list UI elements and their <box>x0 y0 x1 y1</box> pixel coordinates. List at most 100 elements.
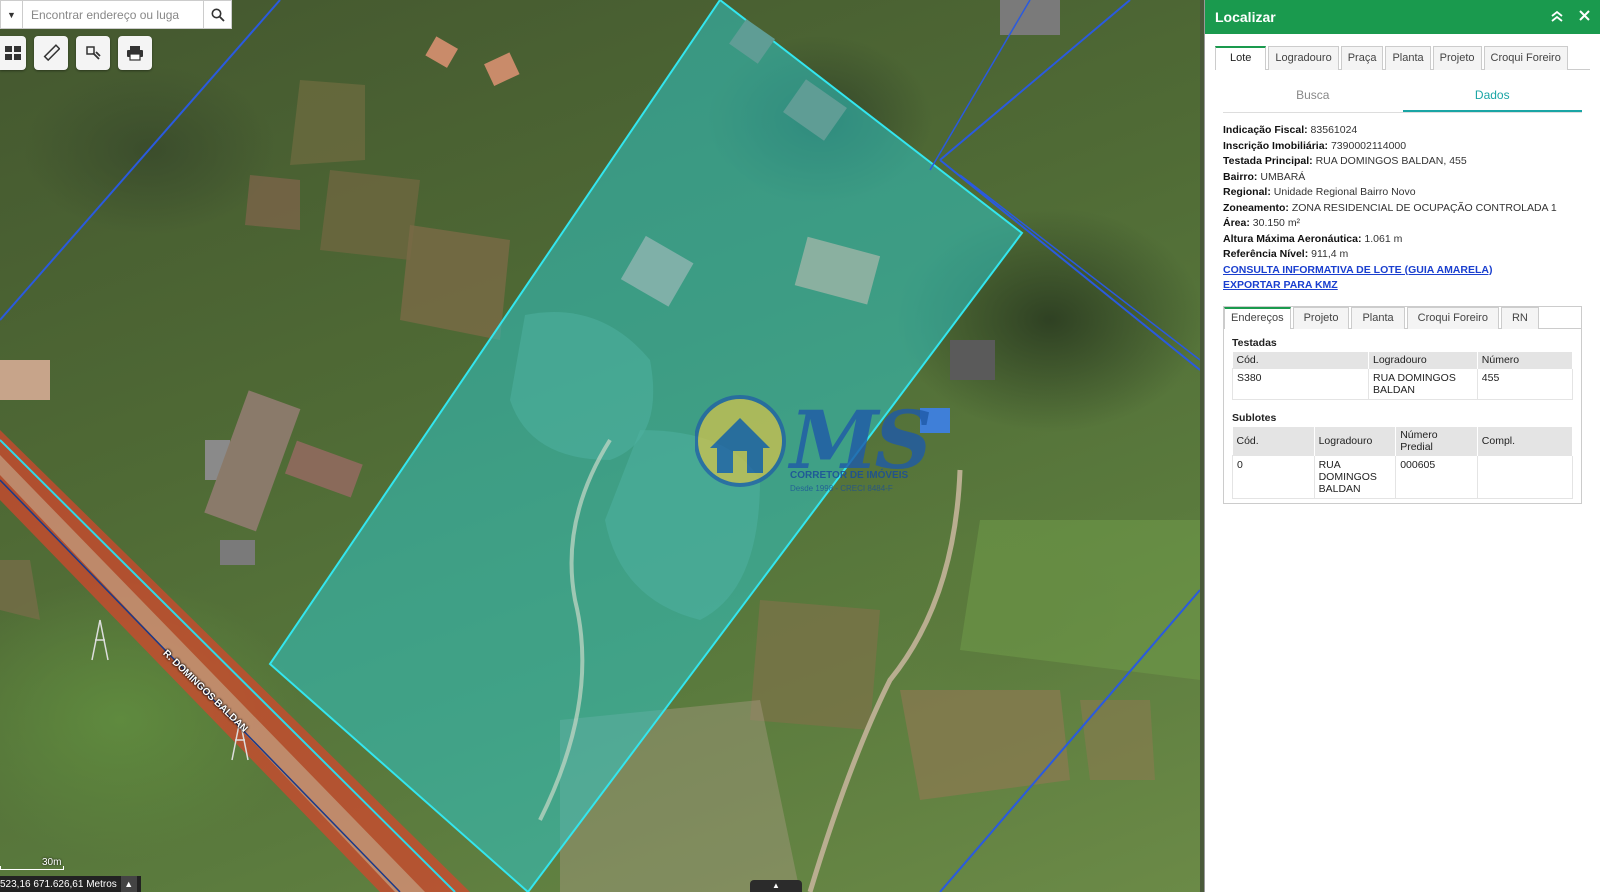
tab-lote[interactable]: Lote <box>1215 46 1267 70</box>
info-label: Referência Nível: <box>1223 248 1309 260</box>
column-header: Logradouro <box>1314 426 1397 455</box>
attribute-table-toggle[interactable]: ▲ <box>750 880 802 892</box>
search-input[interactable] <box>23 1 203 28</box>
info-label: Regional: <box>1223 186 1271 198</box>
map-view[interactable]: MS CORRETOR DE IMÓVEIS Desde 1998 - CREC… <box>0 0 1200 892</box>
watermark-logo <box>694 393 905 503</box>
info-label: Indicação Fiscal: <box>1223 124 1308 136</box>
info-label: Zoneamento: <box>1223 201 1289 214</box>
search-source-dropdown[interactable]: ▼ <box>1 1 23 28</box>
info-value: 911,4 m <box>1311 248 1349 260</box>
column-header: Número <box>1477 351 1574 368</box>
close-button[interactable] <box>1579 10 1590 24</box>
info-row: Testada Principal: RUA DOMINGOS BALDAN, … <box>1223 154 1582 170</box>
table-cell <box>1476 454 1574 499</box>
subtab-dados[interactable]: Dados <box>1402 82 1582 112</box>
lot-info: Indicação Fiscal: 83561024 Inscrição Imo… <box>1215 113 1590 294</box>
consulta-informativa-link[interactable]: CONSULTA INFORMATIVA DE LOTE (GUIA AMARE… <box>1223 263 1582 279</box>
info-label: Bairro: <box>1223 170 1258 183</box>
sub-tabs: Busca Dados <box>1223 82 1582 113</box>
info-value: 1.061 m <box>1364 232 1403 245</box>
main-tabs: Lote Logradouro Praça Planta Projeto Cro… <box>1215 46 1590 70</box>
info-row: Regional: Unidade Regional Bairro Novo <box>1223 185 1582 201</box>
column-header: Logradouro <box>1368 351 1478 368</box>
section-title: Sublotes <box>1232 411 1277 424</box>
info-value: RUA DOMINGOS BALDAN, 455 <box>1315 155 1467 167</box>
search-button[interactable] <box>203 1 231 28</box>
localizar-panel: Localizar Lote Logradouro Praça Planta P… <box>1204 0 1600 892</box>
details-box: Endereços Projeto Planta Croqui Foreiro … <box>1223 305 1582 504</box>
search-box: ▼ <box>0 0 232 29</box>
measure-button[interactable] <box>34 36 68 70</box>
double-chevron-up-icon <box>1551 10 1563 22</box>
search-icon <box>211 8 225 22</box>
panel-header: Localizar <box>1205 0 1600 34</box>
coordinates-readout: 523,16 671.626,61 Metros ▲ <box>0 876 141 892</box>
column-header: Número Predial <box>1395 426 1478 455</box>
tab-planta-details[interactable]: Planta <box>1351 306 1405 329</box>
panel-body: Lote Logradouro Praça Planta Projeto Cro… <box>1205 34 1600 516</box>
table-cell: RUA DOMINGOS BALDAN <box>1368 367 1478 400</box>
table-cell: S380 <box>1232 367 1369 400</box>
printer-icon <box>127 46 143 61</box>
draw-button[interactable] <box>76 36 110 70</box>
info-value: ZONA RESIDENCIAL DE OCUPAÇÃO CONTROLADA … <box>1291 201 1557 214</box>
map-overlay <box>0 0 1200 892</box>
table-row[interactable]: 0 RUA DOMINGOS BALDAN 000605 <box>1232 454 1574 499</box>
table-cell: 455 <box>1476 367 1574 400</box>
subtab-busca[interactable]: Busca <box>1223 82 1403 112</box>
table-header-row: Cód. Logradouro Número <box>1232 351 1574 368</box>
coordinates-toggle[interactable]: ▲ <box>120 876 137 892</box>
ruler-icon <box>43 44 60 62</box>
table-header-row: Cód. Logradouro Número Predial Compl. <box>1232 426 1574 455</box>
draw-pin-icon <box>86 46 101 60</box>
testadas-section: Testadas Cód. Logradouro Número S380 RUA… <box>1224 329 1581 404</box>
info-row: Altura Máxima Aeronáutica: 1.061 m <box>1223 232 1582 248</box>
caret-up-icon: ▲ <box>772 881 780 890</box>
table-cell: 000605 <box>1395 454 1478 499</box>
house-logo-icon <box>694 395 786 487</box>
caret-down-icon: ▼ <box>7 9 16 20</box>
tab-projeto[interactable]: Projeto <box>1432 46 1482 70</box>
table-cell: RUA DOMINGOS BALDAN <box>1313 454 1397 499</box>
close-icon <box>1579 10 1590 21</box>
tab-logradouro[interactable]: Logradouro <box>1268 46 1339 70</box>
table-cell: 0 <box>1232 454 1315 499</box>
info-value: 30.150 m² <box>1252 217 1301 229</box>
info-row: Inscrição Imobiliária: 7390002114000 <box>1223 139 1582 155</box>
collapse-button[interactable] <box>1551 10 1563 25</box>
info-row: Zoneamento: ZONA RESIDENCIAL DE OCUPAÇÃO… <box>1223 201 1582 217</box>
panel-title: Localizar <box>1215 9 1276 25</box>
exportar-kmz-link[interactable]: EXPORTAR PARA KMZ <box>1223 278 1582 294</box>
tab-planta[interactable]: Planta <box>1385 46 1431 70</box>
tab-rn[interactable]: RN <box>1500 306 1539 329</box>
panel-header-actions <box>1551 10 1590 25</box>
table-row[interactable]: S380 RUA DOMINGOS BALDAN 455 <box>1232 367 1574 400</box>
tab-projeto-details[interactable]: Projeto <box>1292 306 1350 329</box>
info-row: Referência Nível: 911,4 m <box>1223 247 1582 263</box>
info-row: Bairro: UMBARÁ <box>1223 170 1582 186</box>
section-title: Testadas <box>1232 336 1277 349</box>
info-value: UMBARÁ <box>1260 170 1306 183</box>
tab-croqui-foreiro-details[interactable]: Croqui Foreiro <box>1406 306 1499 329</box>
info-label: Altura Máxima Aeronáutica: <box>1223 232 1362 245</box>
tab-praca[interactable]: Praça <box>1340 46 1384 70</box>
column-header: Compl. <box>1477 426 1574 455</box>
info-row: Área: 30.150 m² <box>1223 216 1582 232</box>
info-row: Indicação Fiscal: 83561024 <box>1223 123 1582 139</box>
coordinates-text: 523,16 671.626,61 Metros <box>0 878 117 890</box>
column-header: Cód. <box>1232 426 1315 455</box>
info-label: Testada Principal: <box>1223 155 1313 167</box>
scale-bar <box>0 866 64 870</box>
details-tabs: Endereços Projeto Planta Croqui Foreiro … <box>1224 306 1581 329</box>
info-label: Área: <box>1223 217 1250 229</box>
info-label: Inscrição Imobiliária: <box>1223 139 1329 152</box>
layers-button[interactable] <box>0 36 26 70</box>
tab-croqui-foreiro[interactable]: Croqui Foreiro <box>1483 46 1568 70</box>
print-button[interactable] <box>118 36 152 70</box>
chevron-up-icon: ▲ <box>124 879 134 889</box>
sublotes-table: Cód. Logradouro Número Predial Compl. 0 … <box>1232 426 1574 499</box>
tab-enderecos[interactable]: Endereços <box>1224 306 1291 329</box>
sublotes-section: Sublotes Cód. Logradouro Número Predial … <box>1224 404 1581 503</box>
column-header: Cód. <box>1232 351 1369 368</box>
